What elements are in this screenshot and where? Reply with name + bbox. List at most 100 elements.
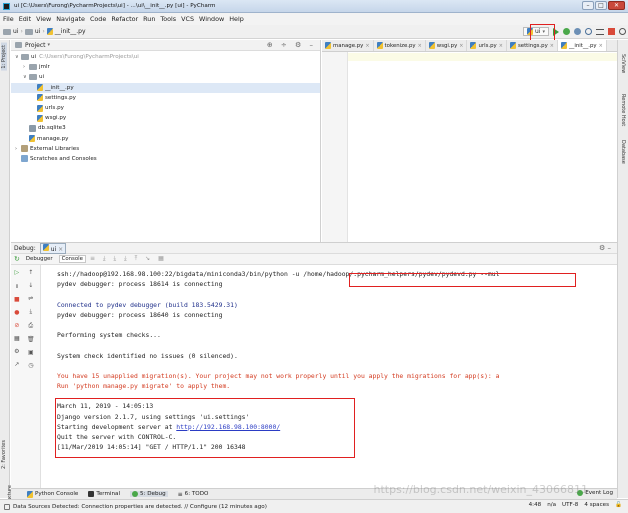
stepping-icons[interactable]: ≡ ⤓ ⤓ ⤓ ⤒ ↘ ▦ — [90, 255, 167, 263]
tree-node-settings[interactable]: settings.py — [11, 93, 320, 103]
python-prompt-icon[interactable]: ▣ — [28, 349, 34, 356]
close-icon[interactable]: × — [418, 43, 422, 49]
close-icon[interactable]: × — [459, 43, 463, 49]
project-panel-actions[interactable]: ⊕ ÷ ⚙ – — [267, 41, 316, 49]
menu-vcs[interactable]: VCS — [181, 13, 194, 25]
breadcrumb-package[interactable]: ui — [35, 28, 40, 35]
close-icon[interactable]: × — [499, 43, 503, 49]
clock-icon[interactable]: ◷ — [28, 362, 33, 369]
debug-config-label: ui — [50, 245, 57, 253]
concurrency-icon[interactable] — [596, 28, 604, 35]
python-console-tab[interactable]: Python Console — [27, 490, 78, 498]
tree-node-ui[interactable]: ∨ ui — [11, 72, 320, 82]
profile-icon[interactable] — [585, 28, 592, 35]
debug-icon[interactable] — [563, 28, 570, 35]
editor-current-line[interactable] — [348, 53, 617, 61]
debug-config-tab[interactable]: ui × — [39, 242, 67, 254]
editor-tab-tokenize[interactable]: tokenize.py × — [374, 40, 426, 51]
menu-tools[interactable]: Tools — [160, 13, 176, 25]
editor-tab-init[interactable]: __init__.py × — [557, 40, 607, 51]
file-encoding[interactable]: UTF-8 — [562, 502, 578, 508]
lock-icon[interactable]: 🔓 — [615, 502, 622, 508]
line-separator[interactable]: n/a — [547, 502, 556, 508]
python-file-icon — [29, 135, 35, 143]
tree-node-wsgi[interactable]: wsgi.py — [11, 113, 320, 123]
menu-code[interactable]: Code — [90, 13, 106, 25]
search-icon[interactable] — [619, 28, 626, 35]
view-breakpoints-icon[interactable]: ● — [14, 309, 19, 316]
debug-settings-icon[interactable]: ⚙ – — [599, 244, 611, 252]
tree-node-external-libraries[interactable]: › External Libraries — [11, 144, 320, 154]
editor-tab-manage[interactable]: manage.py × — [322, 40, 374, 51]
menu-file[interactable]: File — [3, 13, 14, 25]
close-icon[interactable]: × — [365, 43, 369, 49]
todo-tab[interactable]: ≡ 6: TODO — [178, 491, 209, 498]
editor-tab-urls[interactable]: urls.py × — [467, 40, 507, 51]
mute-breakpoints-icon[interactable]: ⊘ — [14, 322, 19, 329]
project-panel: Project ▾ ⊕ ÷ ⚙ – ∨ ui C:\Users\Furong\P… — [11, 40, 321, 242]
pin-icon[interactable]: ↗ — [14, 361, 19, 368]
python-file-icon — [46, 28, 53, 35]
print-icon[interactable]: ⎙ — [28, 322, 33, 330]
python-file-icon — [509, 42, 516, 49]
terminal-tab[interactable]: Terminal — [88, 491, 120, 497]
remote-host-tool-tab[interactable]: Remote Host — [620, 94, 626, 126]
tree-node-db[interactable]: db.sqlite3 — [11, 123, 320, 133]
soft-wrap-icon[interactable]: ⇌ — [28, 295, 33, 302]
database-tool-tab[interactable]: Database — [620, 140, 626, 164]
menu-view[interactable]: View — [36, 13, 51, 25]
console-line: You have 15 unapplied migration(s). Your… — [57, 371, 613, 381]
menu-edit[interactable]: Edit — [19, 13, 31, 25]
caret-position[interactable]: 4:48 — [529, 502, 542, 508]
tree-node-scratches[interactable]: Scratches and Consoles — [11, 154, 320, 164]
sciview-tool-tab[interactable]: SciView — [620, 54, 626, 73]
status-message[interactable]: Data Sources Detected: Connection proper… — [13, 504, 267, 510]
tree-label: Scratches and Consoles — [30, 155, 97, 162]
console-tab[interactable]: Console — [58, 255, 86, 263]
close-button[interactable]: ✕ — [608, 1, 625, 10]
tree-node-urls[interactable]: urls.py — [11, 103, 320, 113]
resume-icon[interactable]: ▷ — [15, 269, 20, 276]
close-icon[interactable]: × — [599, 43, 603, 49]
tree-node-jmlr[interactable]: › jmlr — [11, 62, 320, 72]
menu-run[interactable]: Run — [143, 13, 155, 25]
menu-window[interactable]: Window — [199, 13, 224, 25]
status-toggle-icon[interactable] — [4, 503, 10, 510]
menu-refactor[interactable]: Refactor — [111, 13, 138, 25]
chevron-down-icon[interactable]: ▾ — [48, 42, 51, 48]
debugger-tab[interactable]: Debugger — [24, 256, 55, 262]
indent-setting[interactable]: 4 spaces — [584, 502, 609, 508]
close-icon[interactable]: × — [58, 246, 63, 253]
tree-node-root[interactable]: ∨ ui C:\Users\Furong\PycharmProjects\ui — [11, 52, 320, 62]
scroll-up-icon[interactable]: ↑ — [28, 269, 33, 276]
close-icon[interactable]: × — [550, 43, 554, 49]
minimize-button[interactable]: – — [582, 1, 594, 10]
console-line-text: You have 15 unapplied migration(s). Your… — [57, 371, 500, 380]
python-icon — [27, 490, 33, 498]
clear-icon[interactable]: 🗑 — [27, 336, 35, 343]
python-file-icon — [37, 94, 43, 102]
breadcrumb-file[interactable]: __init__.py — [55, 28, 86, 35]
tree-node-manage[interactable]: manage.py — [11, 134, 320, 144]
rerun-icon[interactable]: ↻ — [14, 255, 20, 263]
maximize-button[interactable]: □ — [595, 1, 607, 10]
menu-help[interactable]: Help — [229, 13, 244, 25]
project-tool-tab[interactable]: 1: Project — [1, 43, 7, 71]
editor-tab-wsgi[interactable]: wsgi.py × — [426, 40, 468, 51]
scroll-to-end-icon[interactable]: ⤓ — [29, 308, 32, 316]
project-panel-title[interactable]: Project — [25, 42, 46, 49]
layout-icon[interactable]: ▦ — [14, 335, 20, 342]
scroll-down-icon[interactable]: ↓ — [28, 282, 33, 289]
debug-tab[interactable]: 5: Debug — [130, 491, 168, 497]
stop-icon[interactable] — [608, 28, 615, 35]
coverage-icon[interactable] — [574, 28, 581, 35]
project-panel-header: Project ▾ ⊕ ÷ ⚙ – — [11, 40, 320, 51]
tree-node-init[interactable]: __init__.py — [11, 82, 320, 93]
menu-navigate[interactable]: Navigate — [56, 13, 85, 25]
breadcrumb-root[interactable]: ui — [13, 28, 18, 35]
pause-icon[interactable]: ॥ — [15, 282, 19, 290]
favorites-tool-tab[interactable]: 2: Favorites — [1, 440, 7, 469]
editor-tab-settings[interactable]: settings.py × — [507, 40, 558, 51]
settings-icon[interactable]: ⚙ — [14, 348, 19, 355]
stop-icon[interactable]: ■ — [14, 296, 20, 303]
